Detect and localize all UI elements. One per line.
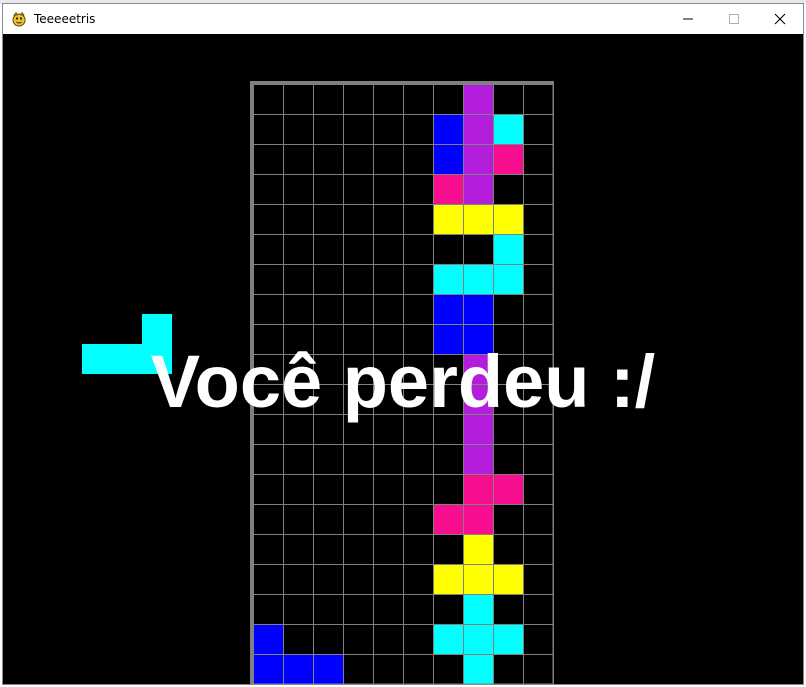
- block-yellow: [463, 534, 493, 564]
- block-yellow: [493, 204, 523, 234]
- block-magenta: [433, 504, 463, 534]
- block-blue: [433, 294, 463, 324]
- close-icon: [774, 13, 786, 25]
- block-blue: [253, 654, 283, 684]
- block-blue: [433, 114, 463, 144]
- block-cyan: [433, 624, 463, 654]
- maximize-button[interactable]: [711, 4, 757, 34]
- block-cyan: [463, 624, 493, 654]
- block-blue: [313, 654, 343, 684]
- block-magenta: [463, 504, 493, 534]
- block-blue: [463, 294, 493, 324]
- block-purple: [463, 114, 493, 144]
- block-magenta: [493, 474, 523, 504]
- block-cyan: [463, 264, 493, 294]
- block-purple: [463, 144, 493, 174]
- block-purple: [463, 444, 493, 474]
- game-canvas[interactable]: Você perdeu :/: [3, 34, 803, 684]
- block-cyan: [463, 654, 493, 684]
- game-over-message: Você perdeu :/: [150, 340, 656, 423]
- block-cyan: [463, 594, 493, 624]
- block-cyan: [493, 234, 523, 264]
- block-blue: [433, 144, 463, 174]
- maximize-icon: [729, 14, 739, 24]
- block-cyan: [493, 264, 523, 294]
- block-yellow: [463, 204, 493, 234]
- window-title: Teeeeetris: [34, 12, 96, 26]
- block-yellow: [493, 564, 523, 594]
- close-button[interactable]: [757, 4, 803, 34]
- block-blue: [253, 624, 283, 654]
- minimize-icon: [683, 18, 693, 20]
- minimize-button[interactable]: [665, 4, 711, 34]
- game-window: Teeeeetris Você perdeu :/: [2, 3, 804, 685]
- block-purple: [463, 84, 493, 114]
- block-yellow: [433, 564, 463, 594]
- block-magenta: [463, 474, 493, 504]
- block-magenta: [433, 174, 463, 204]
- block-blue: [283, 654, 313, 684]
- block-magenta: [493, 144, 523, 174]
- block-cyan: [493, 624, 523, 654]
- block-cyan: [493, 114, 523, 144]
- pygame-snake-icon: [12, 11, 26, 27]
- block-yellow: [463, 564, 493, 594]
- block-purple: [463, 174, 493, 204]
- title-bar[interactable]: Teeeeetris: [3, 4, 803, 34]
- block-cyan: [433, 264, 463, 294]
- block-yellow: [433, 204, 463, 234]
